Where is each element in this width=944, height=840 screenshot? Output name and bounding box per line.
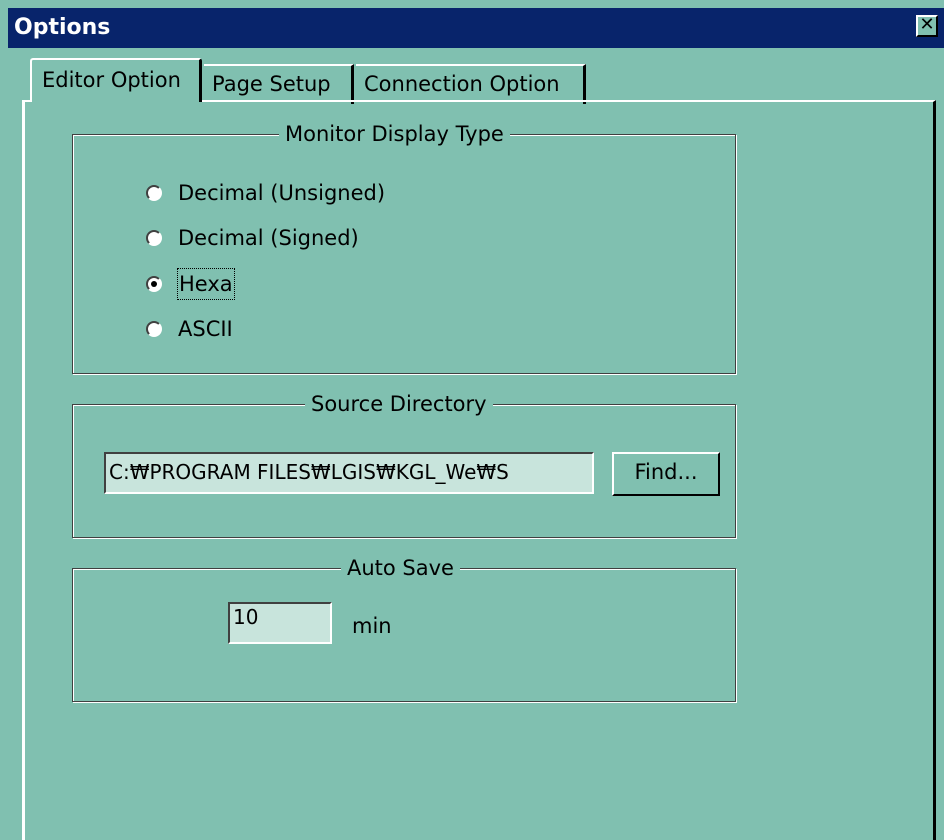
window-title: Options bbox=[14, 15, 111, 40]
radio-label: Decimal (Signed) bbox=[178, 226, 359, 250]
radio-label: Decimal (Unsigned) bbox=[178, 181, 386, 205]
radio-icon[interactable] bbox=[146, 185, 162, 201]
tab-editor-option[interactable]: Editor Option bbox=[30, 58, 202, 102]
minutes-unit-label: min bbox=[352, 614, 392, 638]
auto-save-minutes-field[interactable]: 10 bbox=[228, 602, 332, 644]
options-dialog: Options ✕ Page Setup Connection Option E… bbox=[0, 0, 944, 840]
radio-icon[interactable] bbox=[146, 321, 162, 337]
tab-label: Page Setup bbox=[212, 72, 331, 96]
tab-label: Connection Option bbox=[364, 72, 560, 96]
close-icon[interactable]: ✕ bbox=[916, 15, 938, 37]
radio-icon[interactable] bbox=[146, 230, 162, 246]
tab-connection-option[interactable]: Connection Option bbox=[356, 64, 586, 104]
radio-label: Hexa bbox=[177, 268, 235, 300]
tab-page-setup[interactable]: Page Setup bbox=[204, 64, 354, 104]
title-bar[interactable]: Options bbox=[8, 8, 944, 48]
source-directory-field[interactable]: C:₩PROGRAM FILES₩LGIS₩KGL_We₩S bbox=[104, 452, 594, 494]
monitor-display-group: Monitor Display Type bbox=[72, 120, 736, 374]
radio-checked-icon[interactable] bbox=[146, 276, 162, 292]
group-legend: Source Directory bbox=[305, 390, 493, 418]
find-button[interactable]: Find... bbox=[612, 452, 720, 496]
group-legend: Monitor Display Type bbox=[279, 120, 510, 148]
radio-label: ASCII bbox=[178, 317, 233, 341]
group-legend: Auto Save bbox=[341, 554, 460, 582]
auto-save-group: Auto Save bbox=[72, 554, 736, 702]
tab-label: Editor Option bbox=[42, 68, 181, 92]
